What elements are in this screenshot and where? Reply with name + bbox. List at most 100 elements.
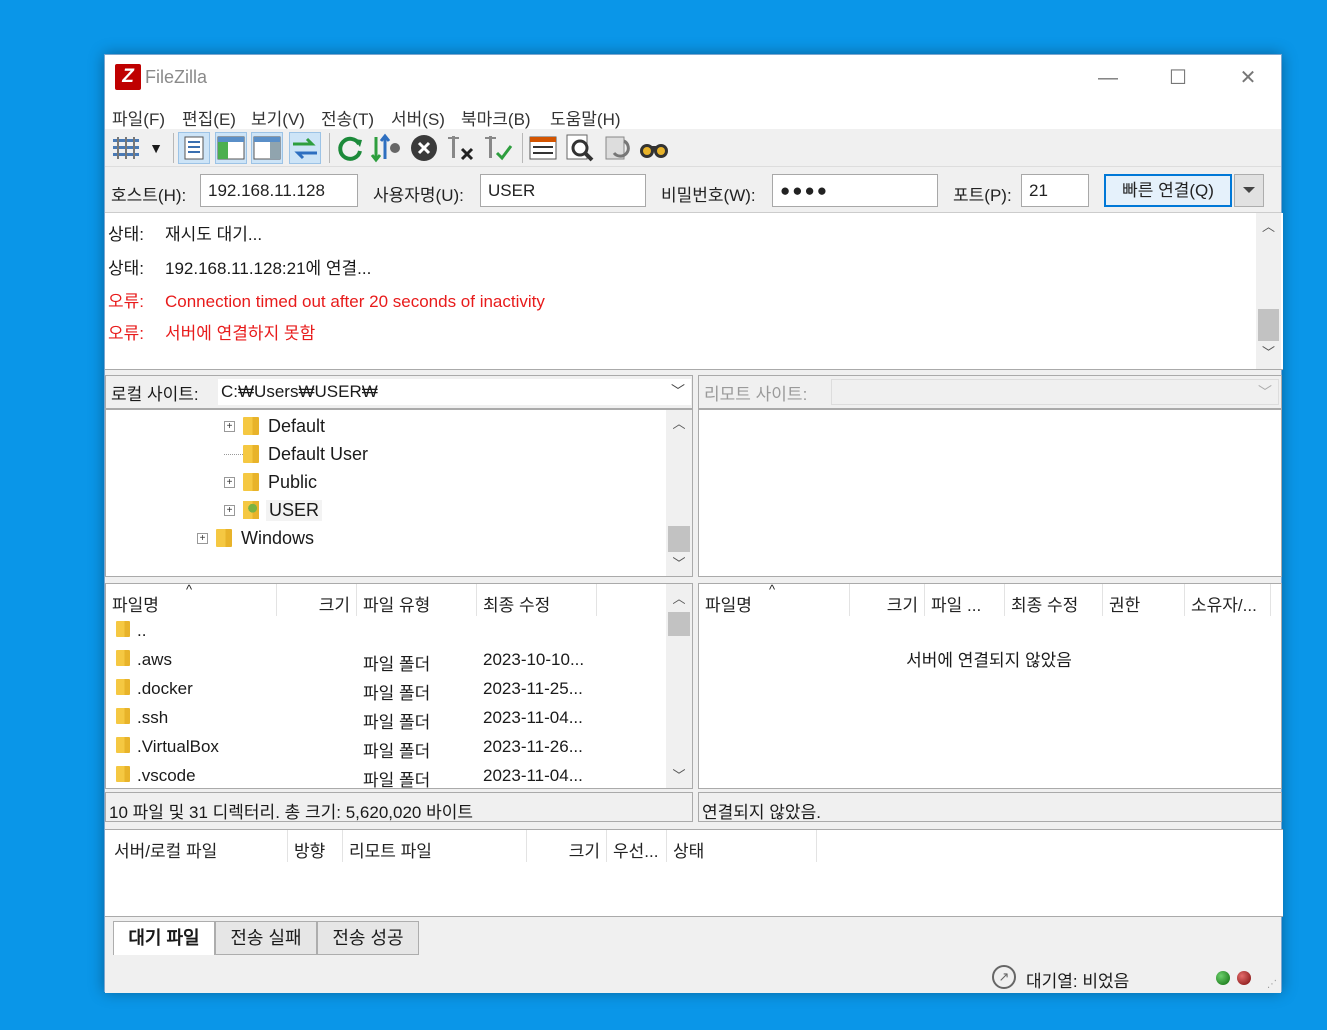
refresh-icon[interactable] — [334, 132, 366, 164]
scroll-down-icon[interactable]: ﹀ — [666, 766, 692, 786]
folder-icon — [116, 708, 130, 729]
file-row[interactable]: .vscode 파일 폴더 2023-11-04... — [106, 762, 666, 788]
scroll-up-icon[interactable]: ︿ — [1256, 217, 1281, 237]
search-remote-files-icon[interactable] — [638, 132, 670, 164]
toggle-remote-tree-icon[interactable] — [251, 132, 283, 164]
chevron-down-icon: ﹀ — [1258, 384, 1272, 400]
menu-bookmarks[interactable]: 북마크(B) — [461, 105, 531, 130]
window-title: FileZilla — [145, 67, 208, 87]
process-queue-icon[interactable] — [370, 132, 402, 164]
not-connected-message: 서버에 연결되지 않았음 — [906, 651, 1072, 670]
file-row[interactable]: .VirtualBox 파일 폴더 2023-11-26... — [106, 733, 666, 762]
column-header-size[interactable]: 크기 — [277, 584, 357, 616]
scroll-down-icon[interactable]: ﹀ — [1256, 343, 1281, 363]
resize-grip-icon[interactable]: ⋰ — [1267, 979, 1277, 990]
scroll-up-icon[interactable]: ︿ — [666, 414, 692, 434]
column-header-filename[interactable]: 파일명 ^ — [106, 584, 277, 616]
scroll-thumb[interactable] — [668, 526, 690, 552]
file-row[interactable]: .. — [106, 617, 666, 646]
folder-icon — [116, 679, 130, 700]
local-site-label: 로컬 사이트: — [111, 385, 199, 404]
column-header-status[interactable]: 상태 — [667, 830, 817, 862]
scroll-thumb[interactable] — [668, 612, 690, 636]
port-input[interactable]: 21 — [1021, 174, 1089, 207]
minimize-button[interactable]: — — [1085, 63, 1131, 93]
close-button[interactable]: ✕ — [1225, 63, 1271, 93]
quickconnect-button[interactable]: 빠른 연결(Q) — [1104, 174, 1232, 207]
log-line: 상태: 192.168.11.128:21에 연결... — [108, 259, 372, 278]
folder-icon — [116, 650, 130, 671]
password-input[interactable]: ●●●● — [772, 174, 938, 207]
column-header-priority[interactable]: 우선... — [607, 830, 667, 862]
title-bar: Z FileZilla — ☐ ✕ — [105, 55, 1281, 101]
local-path-input[interactable]: C:₩Users₩USER₩ ﹀ — [218, 379, 691, 405]
host-input[interactable]: 192.168.11.128 — [200, 174, 358, 207]
quickconnect-bar: 호스트(H): 192.168.11.128 사용자명(U): USER 비밀번… — [105, 167, 1281, 213]
tree-item[interactable]: + Public — [224, 468, 317, 496]
expand-icon: + — [197, 532, 208, 544]
column-header-permissions[interactable]: 권한 — [1103, 584, 1185, 616]
menu-file[interactable]: 파일(F) — [112, 105, 165, 130]
menu-edit[interactable]: 편집(E) — [182, 105, 236, 130]
toggle-synchronized-browsing-icon[interactable] — [564, 132, 596, 164]
tree-item[interactable]: + Default — [224, 412, 325, 440]
file-list-scrollbar[interactable]: ︿ ﹀ — [666, 584, 692, 788]
column-header-filename[interactable]: 파일명 ^ — [699, 584, 850, 616]
menu-server[interactable]: 서버(S) — [391, 105, 445, 130]
column-header-direction[interactable]: 방향 — [288, 830, 343, 862]
cancel-operation-icon[interactable] — [408, 132, 440, 164]
column-header-size[interactable]: 크기 — [527, 830, 607, 862]
column-header-server-local-file[interactable]: 서버/로컬 파일 — [108, 830, 288, 862]
password-label: 비밀번호(W): — [661, 186, 756, 205]
queue-status: 대기열: 비었음 — [1026, 972, 1130, 991]
sort-ascending-icon: ^ — [769, 583, 776, 597]
scroll-thumb[interactable] — [1258, 309, 1279, 341]
toggle-local-tree-icon[interactable] — [215, 132, 247, 164]
column-header-modified[interactable]: 최종 수정 — [477, 584, 597, 616]
menu-help[interactable]: 도움말(H) — [550, 105, 621, 130]
log-line-error: 오류: 서버에 연결하지 못함 — [108, 324, 316, 343]
tree-item[interactable]: + Windows — [197, 524, 314, 552]
directory-comparison-icon[interactable] — [601, 132, 633, 164]
toggle-log-icon[interactable] — [178, 132, 210, 164]
chevron-down-icon[interactable]: ﹀ — [671, 381, 685, 401]
folder-icon — [243, 473, 259, 491]
disconnect-icon[interactable] — [445, 132, 477, 164]
menu-view[interactable]: 보기(V) — [251, 105, 305, 130]
chevron-down-icon — [1243, 187, 1255, 193]
tree-scrollbar[interactable]: ︿ ﹀ — [666, 410, 692, 576]
tab-queued-files[interactable]: 대기 파일 — [113, 921, 215, 955]
scroll-up-icon[interactable]: ︿ — [666, 589, 692, 609]
file-row[interactable]: .docker 파일 폴더 2023-11-25... — [106, 675, 666, 704]
transfer-queue: 서버/로컬 파일 방향 리모트 파일 크기 우선... 상태 — [105, 829, 1283, 917]
column-header-type[interactable]: 파일 ... — [925, 584, 1005, 616]
scroll-down-icon[interactable]: ﹀ — [666, 554, 692, 574]
column-header-modified[interactable]: 최종 수정 — [1005, 584, 1103, 616]
remote-path-input: ﹀ — [831, 379, 1279, 405]
log-scrollbar[interactable]: ︿ ﹀ — [1256, 213, 1281, 369]
expand-icon: + — [224, 420, 235, 432]
tab-successful-transfers[interactable]: 전송 성공 — [317, 921, 419, 955]
column-header-remote-file[interactable]: 리모트 파일 — [343, 830, 527, 862]
username-input[interactable]: USER — [480, 174, 646, 207]
menu-transfer[interactable]: 전송(T) — [321, 105, 374, 130]
message-log: 상태: 재시도 대기... 상태: 192.168.11.128:21에 연결...… — [105, 213, 1283, 370]
column-header-size[interactable]: 크기 — [850, 584, 925, 616]
file-row[interactable]: .aws 파일 폴더 2023-10-10... — [106, 646, 666, 675]
directory-listing-filters-icon[interactable] — [527, 132, 559, 164]
site-manager-dropdown-icon[interactable]: ▼ — [145, 132, 167, 164]
column-header-owner[interactable]: 소유자/... — [1185, 584, 1271, 616]
toggle-queue-icon[interactable] — [289, 132, 321, 164]
tree-item[interactable]: Default User — [224, 440, 368, 468]
tree-item-selected[interactable]: + USER — [224, 496, 323, 524]
tab-failed-transfers[interactable]: 전송 실패 — [215, 921, 317, 955]
maximize-button[interactable]: ☐ — [1155, 63, 1201, 93]
column-header-type[interactable]: 파일 유형 — [357, 584, 477, 616]
username-label: 사용자명(U): — [373, 186, 464, 205]
speed-limit-icon[interactable]: ↗ — [992, 965, 1016, 989]
file-row[interactable]: .ssh 파일 폴더 2023-11-04... — [106, 704, 666, 733]
site-manager-icon[interactable] — [109, 132, 143, 164]
send-indicator-icon — [1237, 971, 1251, 985]
quickconnect-history-dropdown[interactable] — [1234, 174, 1264, 207]
reconnect-icon[interactable] — [482, 132, 514, 164]
